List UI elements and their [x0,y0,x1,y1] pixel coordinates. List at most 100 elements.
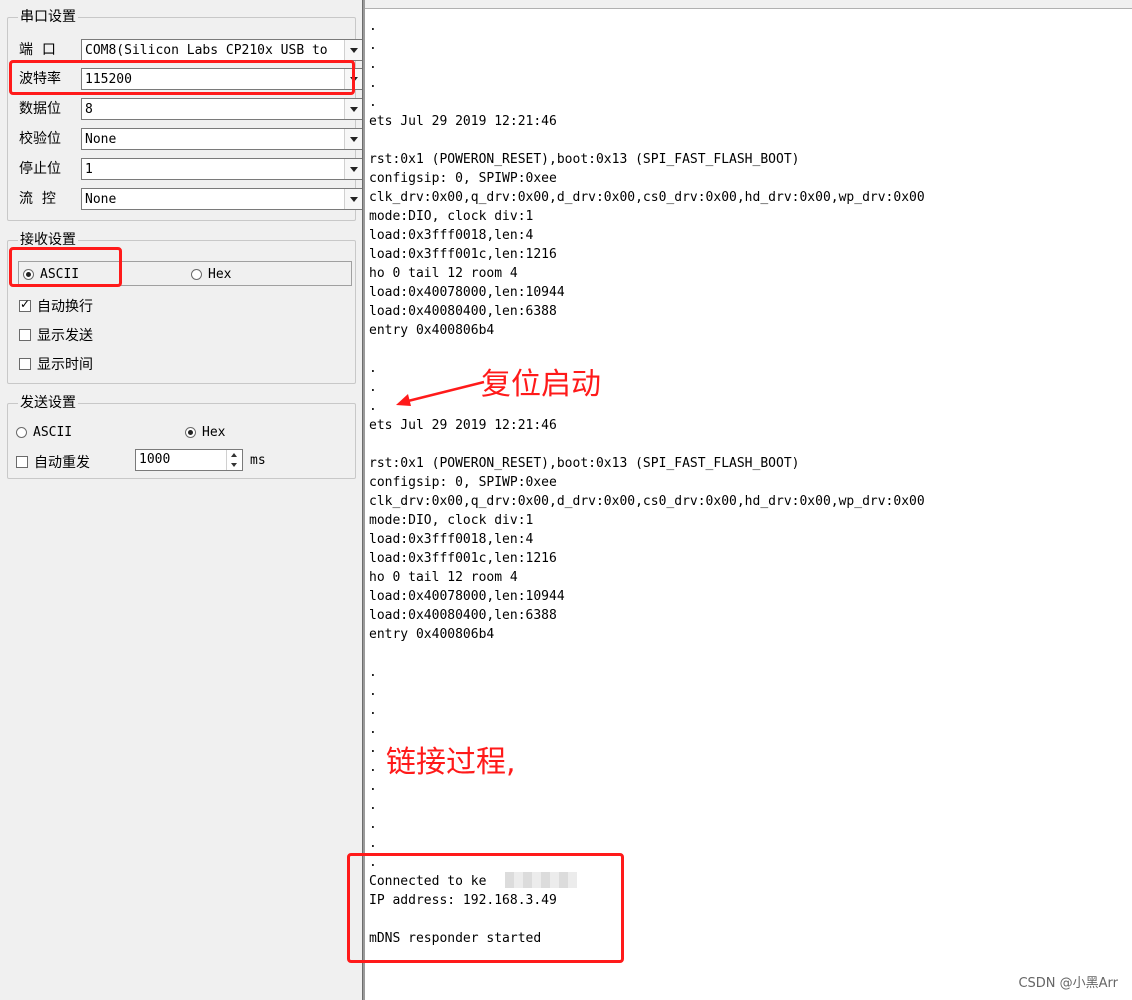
flowcontrol-select[interactable]: None [81,188,363,210]
ssid-redaction [505,872,577,888]
terminal-line: . [369,95,377,110]
spin-down-icon[interactable] [227,460,242,470]
chevron-down-icon[interactable] [344,189,362,209]
receive-settings-title: 接收设置 [18,231,78,249]
port-value: COM8(Silicon Labs CP210x USB to [85,43,328,58]
receive-ascii-radio[interactable]: ASCII [23,267,79,282]
terminal-line: Connected to ke [369,874,487,889]
chevron-down-icon[interactable] [344,129,362,149]
auto-resend-checkbox[interactable]: 自动重发 [16,452,90,472]
terminal-line: mode:DIO, clock div:1 [369,513,534,528]
terminal-line: IP address: 192.168.3.49 [369,893,557,908]
stopbits-row: 停止位 1 [19,158,363,180]
flowcontrol-row: 流 控 None [19,188,363,210]
send-ascii-radio[interactable]: ASCII [16,425,72,440]
checkbox-unchecked-icon [16,456,28,468]
chevron-down-icon[interactable] [344,40,362,60]
terminal-line: load:0x3fff0018,len:4 [369,228,534,243]
port-label: 端 口 [19,42,56,58]
show-time-checkbox[interactable]: 显示时间 [19,354,93,374]
parity-row: 校验位 None [19,128,363,150]
terminal-line: . [369,361,377,376]
checkbox-checked-icon [19,297,31,312]
parity-select[interactable]: None [81,128,363,150]
terminal-line: . [369,684,377,699]
chevron-down-icon[interactable] [344,159,362,179]
terminal-line: ho 0 tail 12 room 4 [369,570,518,585]
resend-interval-input[interactable]: 1000 [135,449,243,471]
receive-mode-strip: ASCII Hex [18,261,352,286]
databits-value: 8 [85,102,93,117]
show-send-checkbox[interactable]: 显示发送 [19,325,93,345]
baud-row: 波特率 115200 [19,68,363,90]
stopbits-value: 1 [85,162,93,177]
terminal-line: load:0x40080400,len:6388 [369,304,557,319]
databits-label: 数据位 [19,101,61,117]
terminal-line: . [369,855,377,870]
chevron-down-icon[interactable] [344,99,362,119]
stopbits-select[interactable]: 1 [81,158,363,180]
terminal-line: . [369,817,377,832]
terminal-line: clk_drv:0x00,q_drv:0x00,d_drv:0x00,cs0_d… [369,494,925,509]
terminal-line: ets Jul 29 2019 12:21:46 [369,114,557,129]
terminal-line: entry 0x400806b4 [369,323,495,338]
reset-boot-annotation: 复位启动 [481,367,601,402]
terminal-line: configsip: 0, SPIWP:0xee [369,171,557,186]
interval-unit: ms [250,453,266,468]
radio-selected-icon [185,427,196,438]
terminal-line: . [369,19,377,34]
watermark: CSDN @小黑Arr [1018,976,1118,991]
terminal-line: load:0x40078000,len:10944 [369,285,565,300]
terminal-line: load:0x40078000,len:10944 [369,589,565,604]
spin-buttons [226,450,242,470]
baud-label: 波特率 [19,71,61,87]
radio-selected-icon [23,269,34,280]
terminal-line: . [369,38,377,53]
radio-unselected-icon [191,269,202,280]
terminal-line: . [369,665,377,680]
receive-hex-radio[interactable]: Hex [191,267,231,282]
chevron-down-icon[interactable] [344,69,362,89]
databits-select[interactable]: 8 [81,98,363,120]
terminal-line: entry 0x400806b4 [369,627,495,642]
port-select[interactable]: COM8(Silicon Labs CP210x USB to [81,39,363,61]
port-row: 端 口 COM8(Silicon Labs CP210x USB to [19,39,363,61]
receive-hex-label: Hex [208,267,232,282]
annotation-arrow-icon [396,380,485,406]
auto-wrap-label: 自动换行 [37,299,93,315]
send-hex-label: Hex [202,425,226,440]
send-hex-radio[interactable]: Hex [185,425,225,440]
flowcontrol-value: None [85,192,117,207]
show-time-label: 显示时间 [37,357,93,373]
parity-label: 校验位 [19,131,61,147]
receive-ascii-label: ASCII [40,267,80,282]
terminal-line: mode:DIO, clock div:1 [369,209,534,224]
spin-up-icon[interactable] [227,450,242,460]
terminal-line: load:0x40080400,len:6388 [369,608,557,623]
terminal-line: configsip: 0, SPIWP:0xee [369,475,557,490]
send-settings-group: 发送设置 ASCII Hex 自动重发 1000 ms [7,394,356,479]
flowcontrol-label: 流 控 [19,191,56,207]
terminal-line: . [369,836,377,851]
terminal-line: . [369,722,377,737]
terminal-line: . [369,703,377,718]
terminal-line: rst:0x1 (POWERON_RESET),boot:0x13 (SPI_F… [369,456,800,471]
terminal-line: . [369,798,377,813]
baud-value: 115200 [85,72,132,87]
terminal-line: load:0x3fff001c,len:1216 [369,551,557,566]
stopbits-label: 停止位 [19,161,61,177]
auto-wrap-checkbox[interactable]: 自动换行 [19,296,93,316]
baud-select[interactable]: 115200 [81,68,363,90]
checkbox-unchecked-icon [19,329,31,341]
show-send-label: 显示发送 [37,328,93,344]
receive-output-area[interactable]: ..... ets Jul 29 2019 12:21:46 rst:0x1 (PO… [365,8,1132,1000]
serial-settings-title: 串口设置 [18,8,78,26]
terminal-line: ets Jul 29 2019 12:21:46 [369,418,557,433]
terminal-line: . [369,57,377,72]
auto-resend-label: 自动重发 [34,455,90,471]
